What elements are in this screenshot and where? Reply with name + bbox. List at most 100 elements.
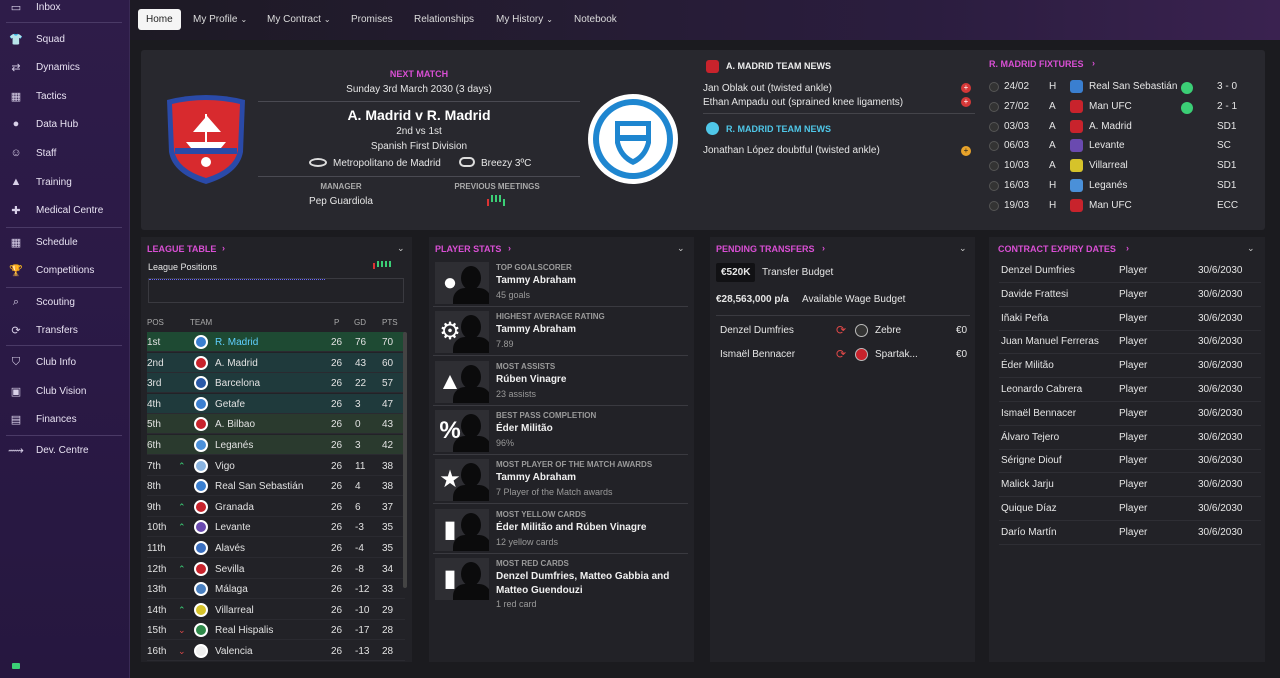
contract-player[interactable]: Juan Manuel Ferreras	[1001, 336, 1099, 347]
player-stat-row[interactable]: ● TOP GOALSCORER Tammy Abraham 45 goals	[433, 259, 688, 307]
fixture-opponent[interactable]: Real San Sebastián	[1089, 81, 1177, 92]
transfer-player[interactable]: Denzel Dumfries	[720, 325, 794, 336]
fixture-opponent[interactable]: Man UFC	[1089, 200, 1132, 211]
match-competition[interactable]: Spanish First Division	[258, 141, 580, 152]
manager-name[interactable]: Pep Guardiola	[291, 196, 391, 207]
contract-player[interactable]: Quique Díaz	[1001, 503, 1057, 514]
player-stat-row[interactable]: ▲ MOST ASSISTS Rúben Vinagre 23 assists	[433, 358, 688, 406]
tab-promises[interactable]: Promises	[343, 9, 401, 30]
fixtures-title[interactable]: R. MADRID FIXTURES	[989, 59, 1084, 69]
r-madrid-crest[interactable]	[587, 93, 679, 185]
stat-player-name[interactable]: Tammy Abraham	[496, 471, 686, 485]
transfer-club[interactable]: Zebre	[875, 325, 901, 336]
pos-header[interactable]: POS	[147, 318, 164, 327]
contract-player[interactable]: Leonardo Cabrera	[1001, 384, 1082, 395]
player-stats-title[interactable]: PLAYER STATS	[435, 244, 501, 254]
fixture-opponent[interactable]: Leganés	[1089, 180, 1127, 191]
fixture-row[interactable]: 16/03 H Leganés SD1	[987, 176, 1263, 196]
table-row[interactable]: 14th ⌃ Villarreal 26 -10 29	[147, 600, 405, 620]
sidebar-item-competitions[interactable]: 🏆 Competitions	[8, 261, 94, 279]
chevron-down-icon[interactable]: ⌄	[959, 243, 967, 254]
table-row[interactable]: 2nd A. Madrid 26 43 60	[147, 352, 405, 373]
fixture-row[interactable]: 10/03 A Villarreal SD1	[987, 156, 1263, 176]
league-table-title[interactable]: LEAGUE TABLE	[147, 244, 216, 254]
r-news-item[interactable]: Jonathan López doubtful (twisted ankle)	[703, 145, 880, 156]
stat-player-name[interactable]: Rúben Vinagre	[496, 373, 686, 387]
player-stat-row[interactable]: % BEST PASS COMPLETION Éder Militão 96%	[433, 407, 688, 455]
contract-player[interactable]: Denzel Dumfries	[1001, 265, 1075, 276]
a-news-item[interactable]: Jan Oblak out (twisted ankle)	[703, 83, 832, 94]
table-row[interactable]: 8th Real San Sebastián 26 4 38	[147, 476, 405, 497]
tab-my-profile[interactable]: My Profile ⌄	[185, 9, 255, 30]
contract-row[interactable]: Éder Militão Player 30/6/2030	[999, 354, 1261, 379]
a-news-item[interactable]: Ethan Ampadu out (sprained knee ligament…	[703, 97, 903, 108]
sidebar-item-training[interactable]: ▲ Training	[8, 173, 72, 191]
table-row[interactable]: 12th ⌃ Sevilla 26 -8 34	[147, 559, 405, 579]
contract-row[interactable]: Darío Martín Player 30/6/2030	[999, 521, 1261, 545]
contract-player[interactable]: Álvaro Tejero	[1001, 432, 1059, 443]
contract-player[interactable]: Davide Frattesi	[1001, 289, 1068, 300]
sidebar-item-staff[interactable]: ☺ Staff	[8, 144, 56, 162]
sidebar-item-squad[interactable]: 👕 Squad	[8, 30, 65, 48]
stat-player-name[interactable]: Tammy Abraham	[496, 274, 686, 288]
sidebar-item-inbox[interactable]: ▭ Inbox	[8, 0, 61, 16]
player-stat-row[interactable]: ▮ MOST YELLOW CARDS Éder Militão and Rúben…	[433, 506, 688, 554]
contract-row[interactable]: Davide Frattesi Player 30/6/2030	[999, 283, 1261, 307]
fixture-row[interactable]: 27/02 A Man UFC 2 - 1	[987, 97, 1263, 117]
fixture-opponent[interactable]: Man UFC	[1089, 101, 1132, 112]
fixture-opponent[interactable]: Villarreal	[1089, 160, 1128, 171]
table-row[interactable]: 7th ⌃ Vigo 26 11 38	[147, 456, 405, 476]
player-stat-row[interactable]: ★ MOST PLAYER OF THE MATCH AWARDS Tammy Ab…	[433, 456, 688, 505]
contract-player[interactable]: Ismaël Bennacer	[1001, 408, 1076, 419]
a-madrid-news-title[interactable]: A. MADRID TEAM NEWS	[726, 61, 831, 71]
table-row[interactable]: 13th Málaga 26 -12 33	[147, 579, 405, 600]
table-row[interactable]: 1st R. Madrid 26 76 70	[147, 332, 405, 352]
contract-player[interactable]: Éder Militão	[1001, 360, 1054, 371]
league-positions-chart[interactable]	[148, 278, 404, 303]
sidebar-item-schedule[interactable]: ▦ Schedule	[8, 233, 78, 251]
sidebar-item-transfers[interactable]: ⟳ Transfers	[8, 321, 77, 339]
tab-my-contract[interactable]: My Contract ⌄	[259, 9, 339, 30]
transfer-player[interactable]: Ismaël Bennacer	[720, 349, 795, 360]
stat-player-name[interactable]: Éder Militão	[496, 422, 686, 436]
sidebar-item-club-vision[interactable]: ▣ Club Vision	[8, 382, 87, 400]
gd-header[interactable]: GD	[354, 318, 366, 327]
previous-meetings-chart[interactable]	[487, 195, 507, 207]
contract-player[interactable]: Iñaki Peña	[1001, 313, 1048, 324]
contract-row[interactable]: Leonardo Cabrera Player 30/6/2030	[999, 378, 1261, 402]
table-row[interactable]: 16th ⌄ Valencia 26 -13 28	[147, 641, 405, 661]
sidebar-item-dev-centre[interactable]: ⟿ Dev. Centre	[8, 441, 89, 459]
fixture-row[interactable]: 06/03 A Levante SC	[987, 136, 1263, 156]
tab-relationships[interactable]: Relationships	[406, 9, 482, 30]
transfer-row[interactable]: Ismaël Bennacer ⟳ Spartak... €0	[716, 343, 972, 367]
table-row[interactable]: 11th Alavés 26 -4 35	[147, 538, 405, 558]
table-row[interactable]: 15th ⌄ Real Hispalis 26 -17 28	[147, 620, 405, 641]
fixture-opponent[interactable]: Levante	[1089, 140, 1125, 151]
r-madrid-news-title[interactable]: R. MADRID TEAM NEWS	[726, 124, 831, 134]
chevron-down-icon[interactable]: ⌄	[397, 243, 405, 254]
stat-player-name[interactable]: Éder Militão and Rúben Vinagre	[496, 521, 686, 535]
fixture-row[interactable]: 03/03 A A. Madrid SD1	[987, 117, 1263, 137]
contract-row[interactable]: Denzel Dumfries Player 30/6/2030	[999, 259, 1261, 283]
stat-player-name[interactable]: Denzel Dumfries, Matteo Gabbia and Matte…	[496, 570, 686, 598]
match-fixture[interactable]: A. Madrid v R. Madrid	[258, 107, 580, 123]
table-row[interactable]: 4th Getafe 26 3 47	[147, 393, 405, 414]
fixture-row[interactable]: 24/02 H Real San Sebastián 3 - 0	[987, 77, 1263, 97]
sidebar-item-finances[interactable]: ▤ Finances	[8, 410, 77, 428]
contract-row[interactable]: Álvaro Tejero Player 30/6/2030	[999, 426, 1261, 450]
stat-player-name[interactable]: Tammy Abraham	[496, 323, 686, 337]
table-row[interactable]: 9th ⌃ Granada 26 6 37	[147, 497, 405, 517]
pts-header[interactable]: PTS	[382, 318, 398, 327]
table-row[interactable]: 10th ⌃ Levante 26 -3 35	[147, 517, 405, 538]
transfer-club[interactable]: Spartak...	[875, 349, 918, 360]
sidebar-item-club-info[interactable]: ⛉ Club Info	[8, 353, 76, 371]
tab-notebook[interactable]: Notebook	[566, 9, 625, 30]
contract-player[interactable]: Darío Martín	[1001, 527, 1057, 538]
stadium-name[interactable]: Metropolitano de Madrid	[333, 158, 441, 169]
sidebar-item-medical-centre[interactable]: ✚ Medical Centre	[8, 201, 103, 219]
sidebar-item-dynamics[interactable]: ⇄ Dynamics	[8, 58, 80, 76]
contract-player[interactable]: Malick Jarju	[1001, 479, 1054, 490]
transfer-row[interactable]: Denzel Dumfries ⟳ Zebre €0	[716, 319, 972, 343]
contract-player[interactable]: Sérigne Diouf	[1001, 455, 1062, 466]
contract-row[interactable]: Iñaki Peña Player 30/6/2030	[999, 307, 1261, 331]
